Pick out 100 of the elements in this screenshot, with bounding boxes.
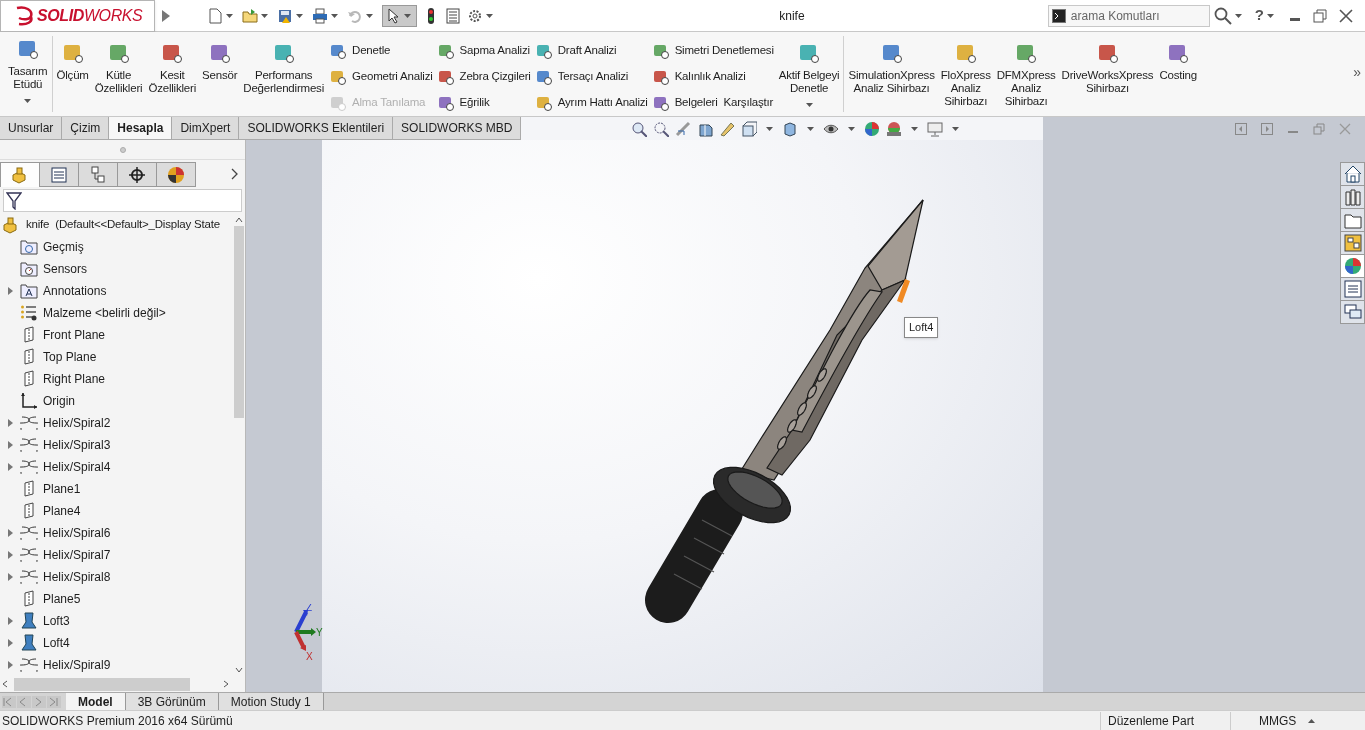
tab[interactable]: Motion Study 1	[218, 693, 324, 710]
ribbon-button[interactable]: Performans Değerlendirmesi	[242, 36, 326, 95]
tree-item[interactable]: Top Plane	[43, 348, 97, 366]
more-button[interactable]: »	[1353, 62, 1361, 83]
tree-item[interactable]: Front Plane	[43, 326, 106, 344]
tree-item[interactable]: Helix/Spiral8	[43, 568, 111, 586]
caret-icon[interactable]	[366, 13, 373, 18]
tree-item[interactable]: Malzeme <belirli değil>	[43, 304, 166, 322]
tree-item[interactable]: Right Plane	[43, 370, 106, 388]
tree-item[interactable]: Plane4	[43, 502, 81, 520]
units-button[interactable]: MMGS	[1230, 711, 1365, 730]
new-document-icon[interactable]	[207, 7, 223, 24]
ribbon-button[interactable]: Denetle	[329, 38, 433, 64]
grip-icon[interactable]	[119, 146, 126, 153]
restore-icon[interactable]	[1313, 8, 1327, 23]
expand-triangle-icon[interactable]	[7, 617, 13, 625]
tree-item[interactable]: Geçmiş	[43, 238, 84, 256]
caret-icon[interactable]	[952, 126, 960, 131]
tree-item[interactable]: Helix/Spiral2	[43, 414, 111, 432]
monitor-icon[interactable]	[927, 120, 944, 137]
panel-tab[interactable]	[156, 162, 196, 187]
ribbon-button[interactable]: Sapma Analizi	[436, 38, 531, 64]
tree-item[interactable]: Origin	[43, 392, 75, 410]
expand-triangle-icon[interactable]	[7, 661, 13, 669]
ribbon-button[interactable]: DriveWorksXpress Sihirbazı	[1060, 36, 1155, 95]
ribbon-button[interactable]: Simetri Denetlemesi	[651, 38, 774, 64]
expand-triangle-icon[interactable]	[7, 639, 13, 647]
caret-icon[interactable]	[766, 126, 774, 131]
task-pane-button[interactable]	[1340, 185, 1365, 209]
scroll-right-icon[interactable]	[223, 680, 229, 688]
caret-icon[interactable]	[807, 126, 815, 131]
ribbon-button[interactable]: Ayrım Hattı Analizi	[534, 90, 648, 116]
caret-icon[interactable]	[486, 13, 493, 18]
ribbon-button[interactable]: Costing	[1158, 36, 1198, 82]
ribbon-button[interactable]: Aktif Belgeyi Denetle	[777, 36, 841, 107]
ribbon-button[interactable]: Kütle Özellikleri	[93, 36, 144, 95]
ribbon-button[interactable]: Draft Analizi	[534, 38, 648, 64]
ribbon-button[interactable]: Eğrilik	[436, 90, 531, 116]
scroll-up-icon[interactable]	[235, 217, 243, 223]
caret-icon[interactable]	[261, 13, 268, 18]
caret-icon[interactable]	[404, 13, 411, 18]
tree-item[interactable]: Helix/Spiral9	[43, 656, 111, 674]
caret-icon[interactable]	[1267, 13, 1274, 18]
expand-triangle-icon[interactable]	[7, 441, 13, 449]
ribbon-button[interactable]: Belgeleri Karşılaştır	[651, 90, 774, 116]
filter-field[interactable]	[3, 189, 242, 212]
tab[interactable]: Model	[66, 693, 126, 710]
tree-item[interactable]: Annotations	[43, 282, 107, 300]
ribbon-button[interactable]: Kalınlık Analizi	[651, 64, 774, 90]
settings-icon[interactable]	[467, 7, 483, 24]
save-icon[interactable]	[277, 7, 293, 24]
tab[interactable]: 3B Görünüm	[125, 693, 219, 710]
close-icon[interactable]	[1339, 8, 1353, 23]
zoom-area-icon[interactable]	[653, 120, 670, 137]
caret-icon[interactable]	[1234, 13, 1242, 18]
ribbon-button[interactable]: Tasarım Etüdü	[7, 32, 49, 103]
search-field[interactable]: arama Komutları	[1047, 4, 1210, 27]
open-folder-icon[interactable]	[242, 7, 258, 24]
view-orientation-icon[interactable]	[741, 120, 758, 137]
tree-item[interactable]: Helix/Spiral4	[43, 458, 111, 476]
expand-triangle-icon[interactable]	[7, 551, 13, 559]
caret-icon[interactable]	[296, 13, 303, 18]
expand-triangle-icon[interactable]	[7, 529, 13, 537]
scroll-left-icon[interactable]	[2, 680, 8, 688]
expand-triangle-icon[interactable]	[7, 573, 13, 581]
tree-item[interactable]: Plane5	[43, 590, 81, 608]
scroll-thumb[interactable]	[14, 677, 190, 691]
tree-item[interactable]: knife (Default<<Default>_Display State	[26, 216, 220, 234]
scroll-thumb[interactable]	[234, 226, 244, 418]
print-icon[interactable]	[312, 7, 328, 24]
chevron-right-icon[interactable]	[231, 168, 239, 180]
ribbon-button[interactable]: Geometri Analizi	[329, 64, 433, 90]
caret-icon[interactable]	[805, 103, 813, 107]
tree-item[interactable]: Helix/Spiral3	[43, 436, 111, 454]
select-arrow-icon[interactable]	[385, 7, 401, 24]
ribbon-button[interactable]: Zebra Çizgileri	[436, 64, 531, 90]
ribbon-button[interactable]: Kesit Özellikleri	[147, 36, 198, 95]
ribbon-button[interactable]: Sensör	[201, 36, 239, 82]
expand-triangle-icon[interactable]	[7, 287, 13, 295]
caret-icon[interactable]	[24, 99, 32, 103]
caret-icon[interactable]	[331, 13, 338, 18]
expand-triangle-icon[interactable]	[7, 419, 13, 427]
task-pane-button[interactable]	[1340, 162, 1365, 186]
tree-item[interactable]: Loft4	[43, 634, 70, 652]
help-button[interactable]: ?	[1254, 4, 1264, 27]
zoom-fit-icon[interactable]	[631, 120, 648, 137]
expand-triangle-icon[interactable]	[7, 463, 13, 471]
tree-item[interactable]: Plane1	[43, 480, 81, 498]
expand-arrow-icon[interactable]	[161, 8, 171, 23]
ribbon-button[interactable]: SimulationXpress Analiz Sihirbazı	[847, 36, 936, 95]
tab[interactable]: Hesapla	[109, 117, 173, 139]
scroll-down-icon[interactable]	[235, 667, 243, 673]
tree-item[interactable]: Loft3	[43, 612, 70, 630]
caret-icon[interactable]	[911, 126, 919, 131]
ribbon-button[interactable]: Tersaçı Analizi	[534, 64, 648, 90]
ribbon-button[interactable]: DFMXpress Analiz Sihirbazı	[995, 36, 1057, 108]
search-icon[interactable]	[1213, 6, 1232, 25]
caret-icon[interactable]	[226, 13, 233, 18]
tree-item[interactable]: Helix/Spiral6	[43, 524, 111, 542]
panel-tab[interactable]	[117, 162, 157, 187]
